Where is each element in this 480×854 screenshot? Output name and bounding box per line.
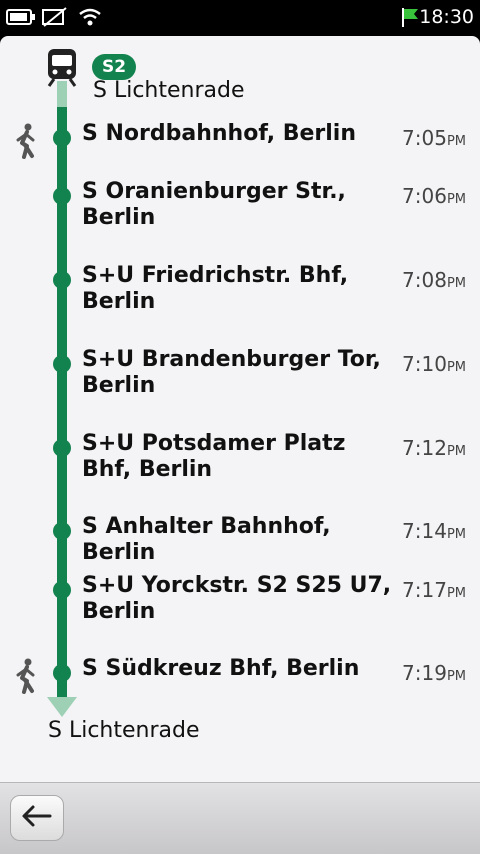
stop-name: S+U Brandenburger Tor, Berlin	[82, 347, 381, 398]
stop-time-value: 7:10	[402, 352, 447, 376]
train-icon	[46, 48, 78, 92]
stop-time: 7:17PM	[402, 577, 466, 607]
stop-dot	[53, 187, 71, 205]
stop-time-value: 7:19	[402, 661, 447, 685]
stop-name: S Südkreuz Bhf, Berlin	[82, 656, 360, 681]
stop-name: S Nordbahnhof, Berlin	[82, 121, 356, 146]
stop-dot	[53, 271, 71, 289]
status-bar: 18:30	[0, 0, 480, 34]
stop-time-ampm: PM	[446, 276, 466, 291]
stop-time: 7:14PM	[402, 518, 466, 548]
stop-dot	[53, 439, 71, 457]
stop-time-ampm: PM	[446, 360, 466, 375]
stop-time: 7:12PM	[402, 435, 466, 465]
battery-icon	[6, 0, 36, 34]
stop-time-ampm: PM	[446, 134, 466, 149]
stop-time-ampm: PM	[446, 669, 466, 684]
destination-station: S Lichtenrade	[48, 718, 200, 743]
stop-name: S Anhalter Bahnhof, Berlin	[82, 514, 331, 565]
stop-time-ampm: PM	[446, 192, 466, 207]
stop-dot	[53, 129, 71, 147]
stop-time: 7:19PM	[402, 660, 466, 690]
toolbar	[0, 782, 480, 854]
stop-dot	[53, 522, 71, 540]
stop-time-ampm: PM	[446, 527, 466, 542]
origin-station: S Lichtenrade	[93, 78, 245, 103]
wifi-icon	[78, 0, 102, 34]
stop-time-value: 7:12	[402, 436, 447, 460]
no-sim-icon	[42, 0, 68, 34]
stop-time-ampm: PM	[446, 586, 466, 601]
stop-dot	[53, 664, 71, 682]
stop-time-value: 7:17	[402, 578, 447, 602]
stop-time: 7:06PM	[402, 183, 466, 213]
stop-name: S+U Friedrichstr. Bhf, Berlin	[82, 263, 349, 314]
stop-time-value: 7:06	[402, 184, 447, 208]
back-arrow-icon	[21, 804, 53, 832]
stop-time: 7:05PM	[402, 125, 466, 155]
stop-dot	[53, 581, 71, 599]
stop-time-value: 7:08	[402, 268, 447, 292]
stop-name: S+U Yorckstr. S2 S25 U7, Berlin	[82, 573, 392, 624]
stop-dot	[53, 355, 71, 373]
stop-name: S Oranienburger Str., Berlin	[82, 179, 346, 230]
stop-time-value: 7:05	[402, 126, 447, 150]
back-button[interactable]	[10, 795, 64, 841]
stop-time-value: 7:14	[402, 519, 447, 543]
walk-icon	[12, 123, 40, 163]
stop-time-ampm: PM	[446, 444, 466, 459]
stop-name: S+U Potsdamer Platz Bhf, Berlin	[82, 431, 346, 482]
walk-icon	[12, 658, 40, 698]
line-badge: S2	[92, 54, 137, 80]
green-flag-icon	[400, 0, 420, 34]
clock: 18:30	[419, 6, 474, 28]
stop-time: 7:08PM	[402, 267, 466, 297]
route-end-arrow	[47, 697, 77, 717]
stop-time: 7:10PM	[402, 351, 466, 381]
